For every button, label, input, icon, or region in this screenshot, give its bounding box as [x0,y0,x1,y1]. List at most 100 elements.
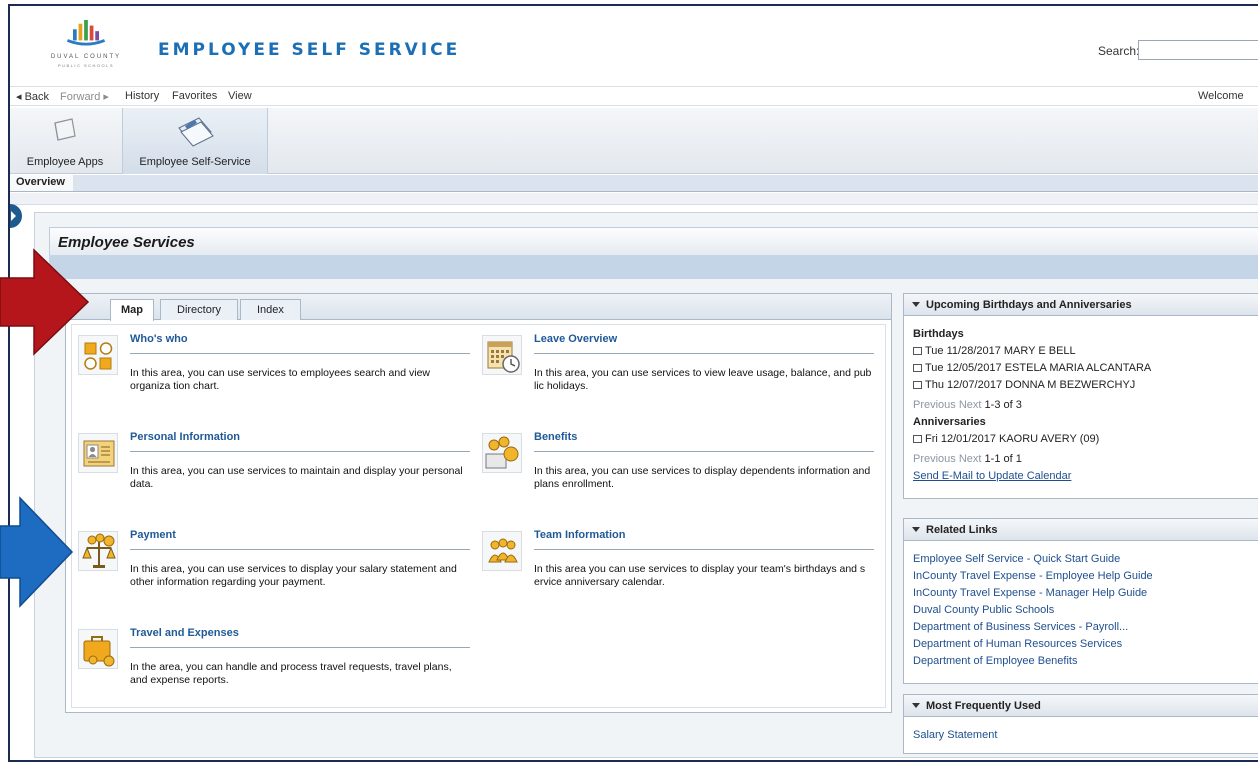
service-title[interactable]: Team Information [534,529,625,541]
blue-annotation-arrow [0,496,74,608]
panel-title: Most Frequently Used [926,700,1041,712]
send-email-link[interactable]: Send E-Mail to Update Calendar [913,470,1258,487]
birthday-entry: Tue 12/05/2017 ESTELA MARIA ALCANTARA [925,362,1152,374]
calendar-entry-icon [913,364,922,372]
related-link[interactable]: Department of Business Services - Payrol… [913,621,1258,638]
logo-text-line2: PUBLIC SCHOOLS [57,63,115,68]
most-used-panel: Most Frequently Used Salary Statement [903,694,1258,754]
service-whos-who: Who's who In this area, you can use serv… [74,331,474,421]
team-icon[interactable] [482,531,522,571]
related-link[interactable]: Duval County Public Schools [913,604,1258,621]
tab-employee-self-service-label: Employee Self-Service [139,156,251,168]
service-title[interactable]: Personal Information [130,431,240,443]
divider [534,549,874,550]
service-description: In this area, you can use services to ma… [130,465,463,490]
service-map: Who's who In this area, you can use serv… [71,324,886,708]
related-link[interactable]: Department of Employee Benefits [913,655,1258,672]
tab-employee-apps[interactable]: Employee Apps [10,108,120,174]
panel-title: Related Links [926,524,998,536]
history-menu[interactable]: History [125,90,159,102]
divider [130,451,470,452]
service-title[interactable]: Benefits [534,431,577,443]
birthdays-panel-header[interactable]: Upcoming Birthdays and Anniversaries [904,294,1258,316]
related-link[interactable]: InCounty Travel Expense - Manager Help G… [913,587,1258,604]
list-item[interactable]: Thu 12/07/2017 DONNA M BEZWERCHYJ [913,379,1258,396]
tab-index[interactable]: Index [240,299,301,320]
calendar-clock-icon[interactable] [482,335,522,375]
search-label: Search: [1098,44,1140,58]
calendar-entry-icon [913,435,922,443]
divider [534,353,874,354]
most-used-link[interactable]: Salary Statement [913,729,1258,746]
service-description: In this area, you can use services to vi… [534,367,872,392]
panel-title: Upcoming Birthdays and Anniversaries [926,299,1132,311]
history-navbar: ◂ Back Forward ▸ History Favorites View … [10,86,1258,106]
logo-bars-icon [66,20,106,46]
list-item[interactable]: Tue 11/28/2017 MARY E BELL [913,345,1258,362]
second-level-navigation: Overview [10,175,1258,192]
logo-text-line1: DUVAL COUNTY [50,54,122,60]
service-description: In this area, you can use services to em… [130,367,430,392]
service-title[interactable]: Payment [130,529,176,541]
tab-map[interactable]: Map [110,299,154,321]
app-title: EMPLOYEE SELF SERVICE [158,40,461,60]
collapse-triangle-icon [912,703,920,708]
anniversaries-section-label: Anniversaries [913,416,986,428]
pager-count: 1-3 of 3 [984,399,1022,411]
portal-header: DUVAL COUNTY PUBLIC SCHOOLS EMPLOYEE SEL… [10,6,1258,84]
tab-overview[interactable]: Overview [10,175,73,191]
service-description: In the area, you can handle and process … [130,661,452,686]
service-benefits: Benefits In this area, you can use servi… [478,429,878,519]
birthday-entry: Thu 12/07/2017 DONNA M BEZWERCHYJ [925,379,1136,391]
divider [534,451,874,452]
anniversaries-pager: Previous Next 1-1 of 1 [913,453,1258,470]
page-header: Employee Services [49,227,1258,255]
documents-icon [178,117,214,147]
most-used-header[interactable]: Most Frequently Used [904,695,1258,717]
coins-icon[interactable] [482,433,522,473]
divider [130,647,470,648]
service-personal-information: Personal Information In this area, you c… [74,429,474,519]
calendar-entry-icon [913,381,922,389]
service-map-panel: Map Directory Index Who's who In this ar… [65,293,892,713]
next-button[interactable]: Next [959,399,982,411]
service-travel-and-expenses: Travel and Expenses In the area, you can… [74,625,474,715]
list-item[interactable]: Fri 12/01/2017 KAORU AVERY (09) [913,433,1258,450]
birthdays-pager: Previous Next 1-3 of 3 [913,399,1258,416]
related-links-panel: Related Links Employee Self Service - Qu… [903,518,1258,684]
dcps-logo: DUVAL COUNTY PUBLIC SCHOOLS [36,18,136,80]
favorites-menu[interactable]: Favorites [172,90,217,102]
birthdays-section-label: Birthdays [913,328,964,340]
search-input[interactable] [1138,40,1258,60]
map-tabstrip: Map Directory Index [66,294,891,321]
next-button[interactable]: Next [959,453,982,465]
view-menu[interactable]: View [228,90,252,102]
service-title[interactable]: Travel and Expenses [130,627,239,639]
divider [130,353,470,354]
content-area: Employee Services Map Directory Index Wh… [34,212,1258,758]
list-item[interactable]: Tue 12/05/2017 ESTELA MARIA ALCANTARA [913,362,1258,379]
page-header-band [49,255,1258,279]
browser-frame: DUVAL COUNTY PUBLIC SCHOOLS EMPLOYEE SEL… [8,4,1258,762]
service-title[interactable]: Who's who [130,333,188,345]
anniversary-entry: Fri 12/01/2017 KAORU AVERY (09) [925,433,1100,445]
top-level-navigation: Employee Apps Employee Self-Service [10,108,1258,174]
expand-navigation-panel-button[interactable] [10,204,22,228]
scale-coins-icon[interactable] [78,531,118,571]
collapse-triangle-icon [912,527,920,532]
previous-button[interactable]: Previous [913,453,956,465]
tab-employee-self-service[interactable]: Employee Self-Service [122,108,268,174]
tab-employee-apps-label: Employee Apps [26,156,104,168]
suitcase-icon[interactable] [78,629,118,669]
related-link[interactable]: Employee Self Service - Quick Start Guid… [913,553,1258,570]
back-button[interactable]: ◂ Back [16,90,49,103]
id-card-icon[interactable] [78,433,118,473]
related-link[interactable]: InCounty Travel Expense - Employee Help … [913,570,1258,587]
service-title[interactable]: Leave Overview [534,333,617,345]
previous-button[interactable]: Previous [913,399,956,411]
tab-directory[interactable]: Directory [160,299,239,320]
related-link[interactable]: Department of Human Resources Services [913,638,1258,655]
service-description: In this area, you can use services to di… [130,563,457,588]
related-links-header[interactable]: Related Links [904,519,1258,541]
forward-button[interactable]: Forward ▸ [60,90,109,103]
